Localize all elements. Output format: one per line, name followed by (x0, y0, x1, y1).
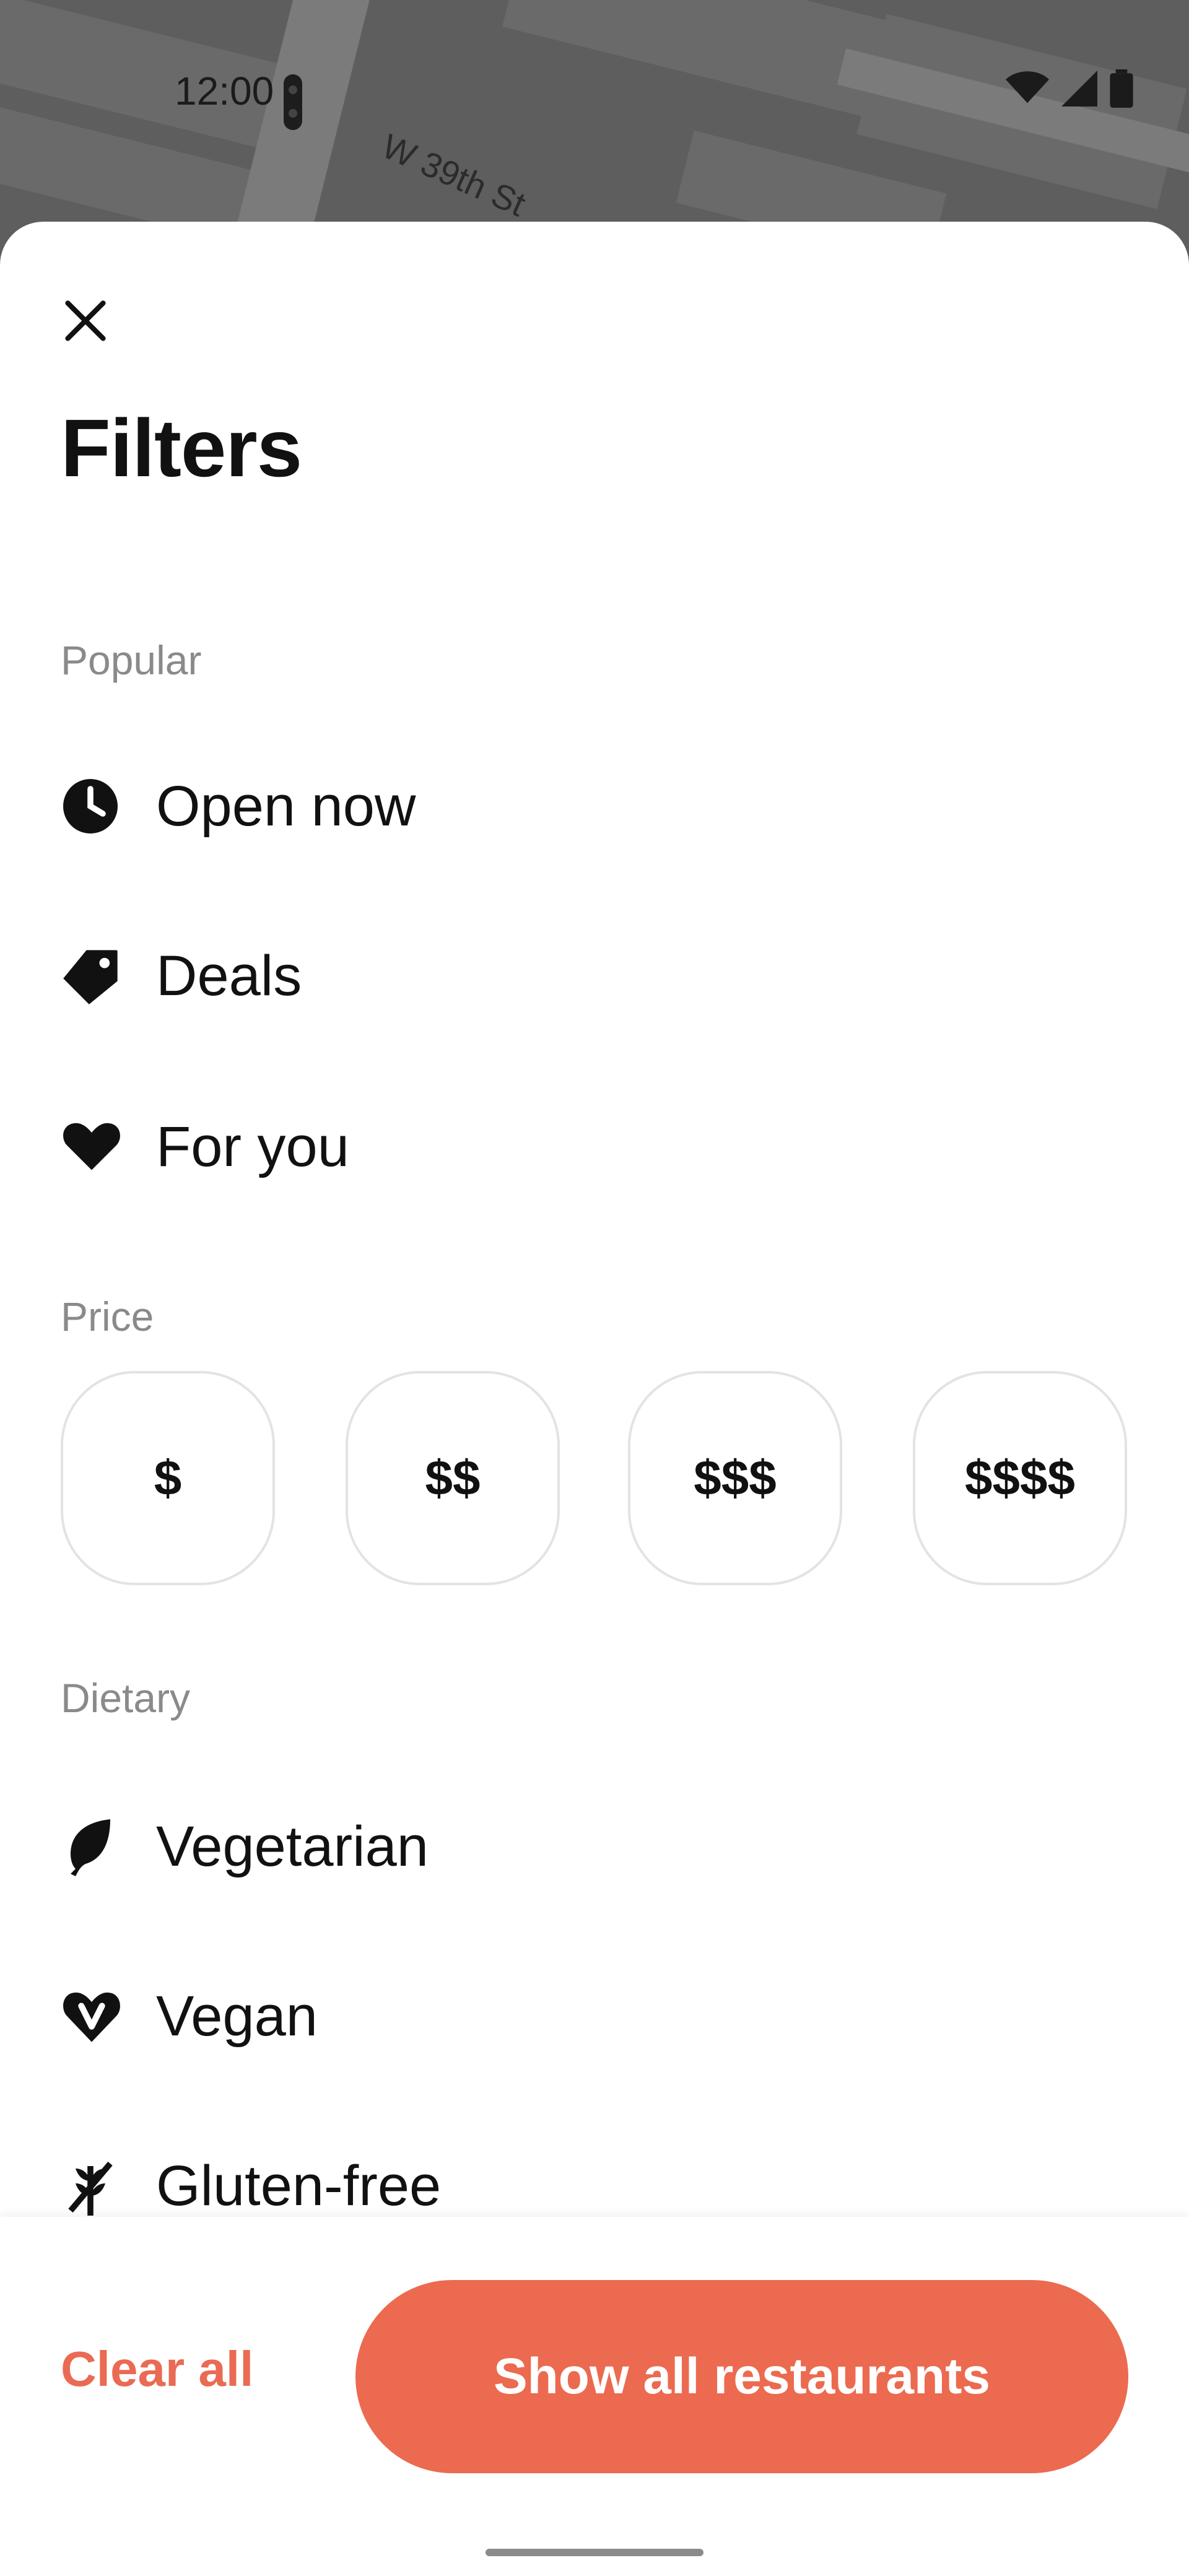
filter-for-you[interactable]: For you (61, 1091, 1128, 1203)
filter-deals[interactable]: Deals (61, 920, 1128, 1032)
price-option-2[interactable]: $$ (346, 1371, 560, 1585)
price-option-1[interactable]: $ (61, 1371, 275, 1585)
clock-icon (61, 770, 133, 842)
filter-label: Vegetarian (156, 1814, 429, 1878)
filter-label: For you (156, 1115, 349, 1178)
vegan-heart-icon (61, 1980, 133, 2052)
section-label-price: Price (61, 1294, 154, 1339)
price-option-4[interactable]: $$$$ (913, 1371, 1127, 1585)
filter-open-now[interactable]: Open now (61, 751, 1128, 862)
close-button[interactable] (54, 290, 116, 352)
status-time: 12:00 (175, 69, 274, 113)
filter-label: Open now (156, 774, 416, 838)
wifi-icon (1006, 71, 1049, 103)
home-indicator[interactable] (486, 2549, 703, 2556)
camera-cutout (284, 74, 302, 130)
status-icons (1006, 69, 1133, 108)
battery-icon (1110, 69, 1133, 108)
leaf-icon (61, 1811, 133, 1882)
page-title: Filters (61, 402, 302, 494)
clear-all-button[interactable]: Clear all (61, 2341, 253, 2398)
section-label-dietary: Dietary (61, 1675, 191, 1721)
filter-label: Vegan (156, 1984, 318, 2048)
price-option-3[interactable]: $$$ (628, 1371, 842, 1585)
filter-label: Gluten-free (156, 2154, 442, 2217)
map-street-label: W 39th St (376, 126, 532, 224)
show-all-restaurants-button[interactable]: Show all restaurants (355, 2280, 1128, 2473)
signal-icon (1061, 71, 1097, 107)
heart-icon (61, 1111, 133, 1183)
close-icon (65, 300, 106, 341)
filter-label: Deals (156, 944, 302, 1007)
filter-vegetarian[interactable]: Vegetarian (61, 1791, 1128, 1902)
tag-icon (61, 940, 133, 1012)
section-label-popular: Popular (61, 637, 202, 683)
gluten-free-icon (61, 2150, 133, 2222)
filter-vegan[interactable]: Vegan (61, 1960, 1128, 2072)
